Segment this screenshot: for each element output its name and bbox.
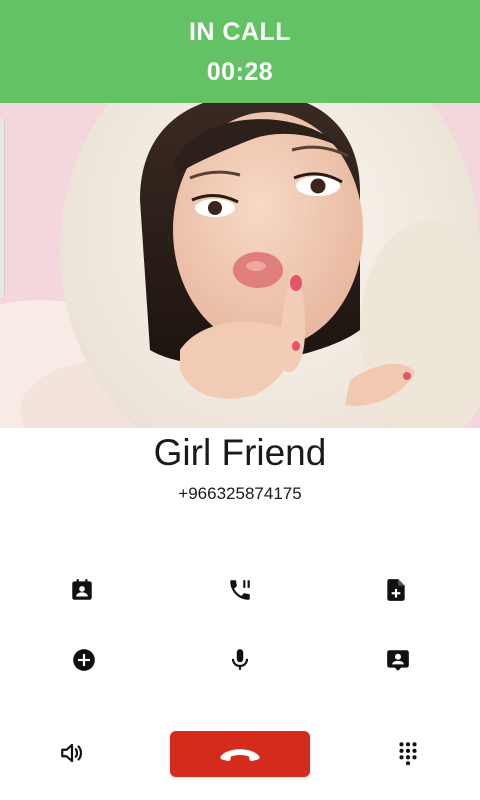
contact-message-button[interactable] — [378, 640, 418, 680]
add-document-icon — [387, 579, 405, 601]
speaker-icon — [61, 743, 83, 763]
call-status-bar: IN CALL 00:28 — [0, 0, 480, 103]
end-call-icon — [220, 749, 260, 762]
contact-name: Girl Friend — [153, 432, 327, 473]
contact-card-icon — [72, 579, 92, 600]
microphone-icon — [231, 649, 249, 670]
call-hold-icon — [230, 580, 250, 600]
end-call-button[interactable] — [170, 731, 310, 777]
side-panel-handle[interactable] — [0, 118, 5, 298]
contact-message-icon — [387, 650, 409, 671]
dialpad-icon — [399, 742, 417, 766]
speaker-button[interactable] — [52, 733, 92, 773]
in-call-screen: IN CALL 00:28 Girl Friend +966325874175 — [0, 0, 480, 800]
hold-call-button[interactable] — [220, 570, 260, 610]
add-note-button[interactable] — [376, 570, 416, 610]
contact-number: +966325874175 — [178, 484, 302, 503]
add-call-button[interactable] — [64, 640, 104, 680]
call-timer: 00:28 — [206, 58, 274, 86]
contact-card-button[interactable] — [62, 570, 102, 610]
call-state-label: IN CALL — [188, 18, 292, 46]
add-circle-icon — [73, 649, 95, 671]
mute-button[interactable] — [220, 640, 260, 680]
dialpad-button[interactable] — [388, 733, 428, 773]
